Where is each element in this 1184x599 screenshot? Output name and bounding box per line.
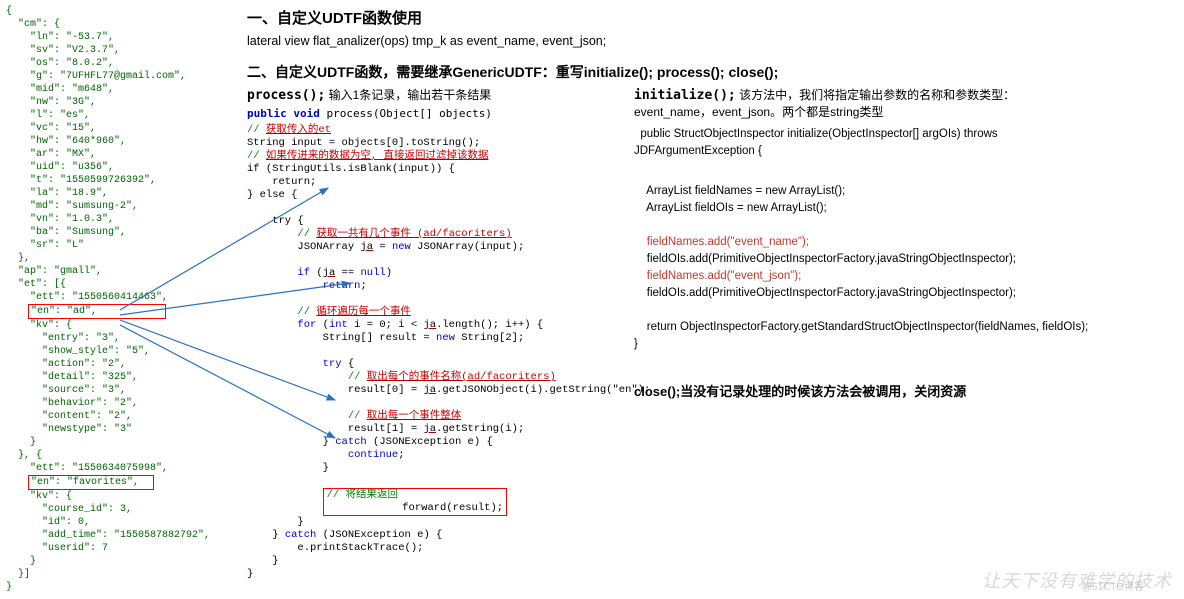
initialize-column: initialize(); 该方法中，我们将指定输出参数的名称和参数类型： ev…: [634, 86, 1164, 581]
process-code-block: // 获取传入的et String input = objects[0].toS…: [247, 124, 622, 581]
json-sample-panel: { "cm": { "ln": "-53.7", "sv": "V2.3.7",…: [6, 5, 236, 594]
init-code-block: ArrayList fieldNames = new ArrayList(); …: [634, 166, 1164, 353]
close-note: close();当没有记录处理的时候该方法会被调用，关闭资源: [634, 381, 1164, 400]
watermark-attribution: @51CTO博客: [1082, 578, 1144, 593]
process-heading: process(); 输入1条记录，输出若干条结果: [247, 86, 622, 103]
init-heading: initialize(); 该方法中，我们将指定输出参数的名称和参数类型： ev…: [634, 86, 1164, 120]
process-signature: public void process(Object[] objects): [247, 107, 622, 120]
process-column: process(); 输入1条记录，输出若干条结果 public void pr…: [247, 86, 622, 581]
sql-example: lateral view flat_analizer(ops) tmp_k as…: [247, 34, 1177, 48]
section2-title: 二、自定义UDTF函数，需要继承GenericUDTF：重写initialize…: [247, 62, 1177, 82]
init-signature: public StructObjectInspector initialize(…: [634, 126, 1164, 160]
main-content: 一、自定义UDTF函数使用 lateral view flat_analizer…: [247, 7, 1177, 581]
section1-title: 一、自定义UDTF函数使用: [247, 7, 1177, 28]
